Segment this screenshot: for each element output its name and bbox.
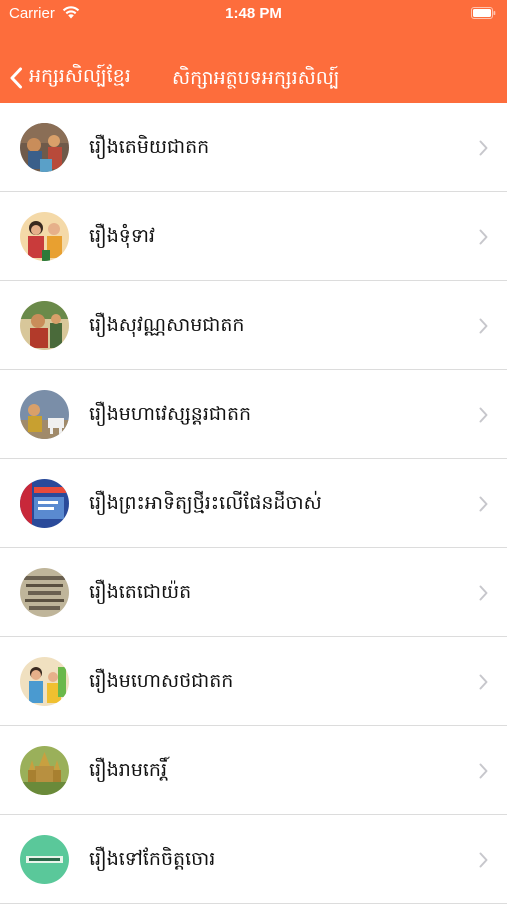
chevron-right-icon xyxy=(479,674,488,690)
book-cover-thumbnail xyxy=(20,479,69,528)
story-thumbnail xyxy=(20,568,69,617)
page-title: សិក្សាអត្ថបទអក្សរសិល្ប៍ xyxy=(172,67,340,89)
story-thumbnail xyxy=(20,657,69,706)
list-item[interactable]: រឿងទុំទាវ xyxy=(0,192,507,281)
list-item-label: រឿងទុំទាវ xyxy=(89,225,155,247)
list-item[interactable]: រឿងរាមកេរ្តិ៍ xyxy=(0,726,507,815)
header: Carrier 1:48 PM អក្សរសិល្ប៍ខ្មែរ សិក្សាអ… xyxy=(0,0,507,103)
chevron-right-icon xyxy=(479,318,488,334)
story-list: រឿងតេមិយជាតក រឿងទុំទាវ រឿងសុវណ្ណសាមជាតក … xyxy=(0,103,507,904)
list-item-label: រឿងមហោសថជាតក xyxy=(89,670,234,692)
list-item[interactable]: រឿងសុវណ្ណសាមជាតក xyxy=(0,281,507,370)
story-thumbnail xyxy=(20,123,69,172)
list-item[interactable]: រឿងទៅកែចិត្តចោរ xyxy=(0,815,507,904)
chevron-right-icon xyxy=(479,407,488,423)
list-item-label: រឿងមហាវេស្សន្តរជាតក xyxy=(89,403,252,425)
list-item[interactable]: រឿងតេជោយ៉ត xyxy=(0,548,507,637)
list-item-label: រឿងតេមិយជាតក xyxy=(89,136,210,158)
list-item-label: រឿងសុវណ្ណសាមជាតក xyxy=(89,314,245,336)
chevron-right-icon xyxy=(479,585,488,601)
navigation-bar: អក្សរសិល្ប៍ខ្មែរ សិក្សាអត្ថបទអក្សរសិល្ប៍ xyxy=(0,58,507,98)
story-thumbnail xyxy=(20,301,69,350)
chevron-right-icon xyxy=(479,852,488,868)
story-thumbnail xyxy=(20,390,69,439)
list-item[interactable]: រឿងតេមិយជាតក xyxy=(0,103,507,192)
list-item[interactable]: រឿងព្រះអាទិត្យថ្មីរះលើផែនដីចាស់ xyxy=(0,459,507,548)
status-bar: Carrier 1:48 PM xyxy=(0,0,507,28)
list-item-label: រឿងរាមកេរ្តិ៍ xyxy=(89,759,168,781)
chevron-right-icon xyxy=(479,229,488,245)
back-button-label: អក្សរសិល្ប៍ខ្មែរ xyxy=(29,65,131,87)
chevron-left-icon xyxy=(10,67,22,89)
battery-icon xyxy=(471,7,496,19)
back-button[interactable]: អក្សរសិល្ប៍ខ្មែរ xyxy=(9,58,131,98)
chevron-right-icon xyxy=(479,496,488,512)
list-item[interactable]: រឿងមហោសថជាតក xyxy=(0,637,507,726)
book-cover-thumbnail xyxy=(20,835,69,884)
list-item-label: រឿងតេជោយ៉ត xyxy=(89,581,192,603)
list-item-label: រឿងព្រះអាទិត្យថ្មីរះលើផែនដីចាស់ xyxy=(89,492,322,514)
chevron-right-icon xyxy=(479,763,488,779)
list-item-label: រឿងទៅកែចិត្តចោរ xyxy=(89,848,216,870)
temple-thumbnail xyxy=(20,746,69,795)
chevron-right-icon xyxy=(479,140,488,156)
status-time: 1:48 PM xyxy=(225,5,282,22)
story-thumbnail xyxy=(20,212,69,261)
list-item[interactable]: រឿងមហាវេស្សន្តរជាតក xyxy=(0,370,507,459)
